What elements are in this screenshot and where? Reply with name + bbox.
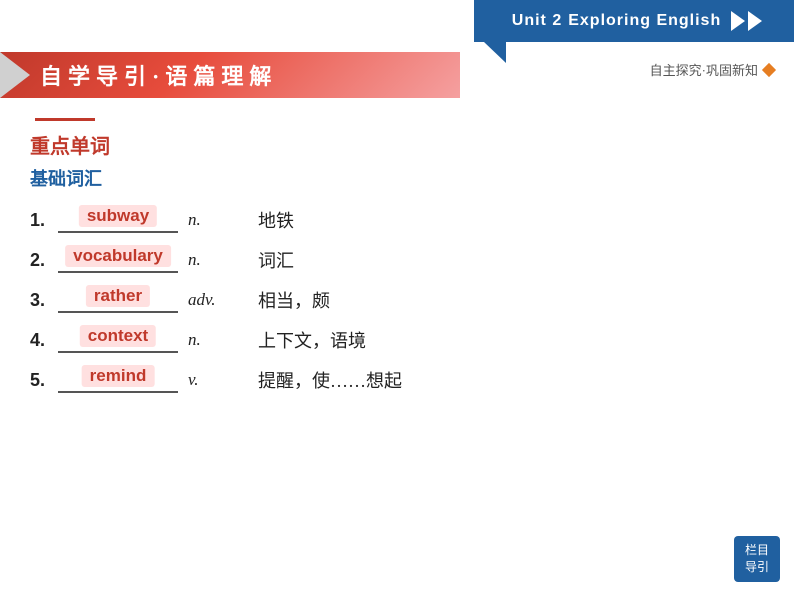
item-word: context (80, 325, 156, 347)
vocab-item: 3. rather adv. 相当，颇 (30, 287, 764, 313)
item-number: 1. (30, 210, 58, 231)
item-pos: n. (188, 250, 238, 270)
subtitle-right: 自主探究·巩固新知 (650, 60, 774, 79)
unit-header: Unit 2 Exploring English (474, 0, 794, 42)
item-blank: rather (58, 287, 178, 313)
unit-label: Unit 2 (512, 12, 562, 30)
basic-vocab-title: 基础词汇 (30, 165, 764, 191)
item-number: 4. (30, 330, 58, 351)
vocab-item: 5. remind v. 提醒，使……想起 (30, 367, 764, 393)
item-word: remind (82, 365, 155, 387)
banner-text: 自学导引·语篇理解 (40, 59, 277, 91)
section-banner: 自学导引·语篇理解 (0, 52, 460, 98)
content-area: 重点单词 基础词汇 1. subway n. 地铁 2. vocabulary n. 词汇 3.… (30, 130, 764, 407)
underline-decoration (35, 118, 95, 121)
item-meaning: 地铁 (258, 207, 294, 233)
item-meaning: 上下文，语境 (258, 327, 366, 353)
item-blank: context (58, 327, 178, 353)
key-words-title: 重点单词 (30, 130, 764, 159)
item-word: rather (86, 285, 150, 307)
item-pos: n. (188, 330, 238, 350)
item-blank: vocabulary (58, 247, 178, 273)
item-word: subway (79, 205, 157, 227)
item-blank: subway (58, 207, 178, 233)
item-pos: n. (188, 210, 238, 230)
item-number: 2. (30, 250, 58, 271)
nav-button[interactable]: 栏目 导引 (734, 536, 780, 582)
item-blank: remind (58, 367, 178, 393)
item-meaning: 提醒，使……想起 (258, 367, 402, 393)
vocab-item: 4. context n. 上下文，语境 (30, 327, 764, 353)
diamond-icon (762, 62, 776, 76)
item-number: 3. (30, 290, 58, 311)
vocab-list: 1. subway n. 地铁 2. vocabulary n. 词汇 3. rather adv.… (30, 207, 764, 393)
unit-title: Exploring English (568, 12, 721, 30)
item-word: vocabulary (65, 245, 171, 267)
item-pos: adv. (188, 290, 238, 310)
item-meaning: 相当，颇 (258, 287, 330, 313)
item-pos: v. (188, 370, 238, 390)
vocab-item: 2. vocabulary n. 词汇 (30, 247, 764, 273)
subtitle-text: 自主探究·巩固新知 (650, 60, 758, 79)
btn-line1: 栏目 (745, 542, 769, 559)
btn-line2: 导引 (745, 559, 769, 576)
item-number: 5. (30, 370, 58, 391)
item-meaning: 词汇 (258, 247, 294, 273)
vocab-item: 1. subway n. 地铁 (30, 207, 764, 233)
